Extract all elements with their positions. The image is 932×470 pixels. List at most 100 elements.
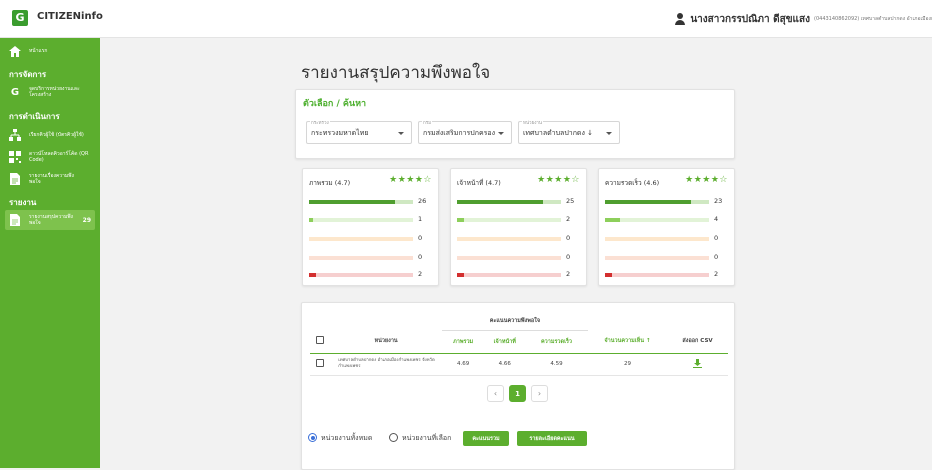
- sidebar-item-counter[interactable]: เรียกคิวผู้ใช้ (บัตรคิวผู้ใช้): [0, 126, 98, 144]
- row-staff: 4.66: [498, 361, 511, 367]
- col-speed[interactable]: ความรวดเร็ว: [525, 330, 588, 353]
- rating-bar-2-star: 0: [309, 253, 422, 261]
- bar-track: [309, 237, 413, 241]
- col-export: ส่งออก CSV: [682, 338, 713, 345]
- sidebar-item-home[interactable]: หน้าแรก: [0, 44, 56, 58]
- home-icon: [9, 45, 21, 57]
- page-1-button[interactable]: 1: [509, 385, 526, 402]
- rating-bar-1-star: 2: [605, 270, 718, 278]
- bar-fill: [457, 218, 464, 222]
- select-value: เทศบาลตำบลปากดง ↓: [523, 129, 593, 137]
- sidebar-item-label: เรียกคิวผู้ใช้ (บัตรคิวผู้ใช้): [29, 132, 84, 138]
- bar-count: 2: [566, 270, 571, 278]
- user-name[interactable]: นางสาวกรรปณิภา ดีสุขแสง: [690, 12, 810, 27]
- select-all-checkbox[interactable]: [310, 330, 330, 353]
- bar-track: [605, 273, 709, 277]
- sidebar: หน้าแรก การจัดการ G จุดบริการหน่วยงานและ…: [0, 38, 100, 468]
- sidebar-item-report-summary[interactable]: รายงานสรุปความพึงพอใจ 29: [5, 210, 95, 230]
- bar-track: [605, 237, 709, 241]
- rating-bar-4-star: 2: [457, 215, 570, 223]
- radio-selected-label: หน่วยงานที่เลือก: [402, 434, 452, 442]
- bar-track: [605, 218, 709, 222]
- rating-bar-3-star: 0: [309, 234, 422, 242]
- bar-count: 0: [418, 253, 423, 261]
- star-rating-icon: ★★★★☆: [537, 175, 580, 185]
- prev-page-button[interactable]: ‹: [487, 385, 504, 402]
- bar-count: 0: [714, 253, 719, 261]
- detail-button[interactable]: รายละเอียดคะแนน: [517, 431, 587, 446]
- radio-all-label: หน่วยงานทั้งหมด: [321, 434, 373, 442]
- bar-count: 1: [418, 215, 423, 223]
- bar-track: [309, 273, 413, 277]
- bar-count: 4: [714, 215, 719, 223]
- bar-count: 0: [418, 234, 423, 242]
- bar-fill: [309, 273, 316, 277]
- bar-count: 25: [566, 197, 575, 205]
- section-manage: การจัดการ: [9, 70, 47, 79]
- sidebar-item-survey[interactable]: รายงานเรื่องความพึงพอใจ: [0, 170, 88, 188]
- bar-track: [605, 256, 709, 260]
- sidebar-item-label: หน้าแรก: [29, 48, 48, 54]
- logo-icon: G: [12, 10, 28, 26]
- star-rating-icon: ★★★★☆: [685, 175, 728, 185]
- ministry-select[interactable]: กระทรวง กระทรวงมหาดไทย: [306, 119, 412, 144]
- col-overall[interactable]: ภาพรวม: [442, 330, 485, 353]
- rating-bar-4-star: 1: [309, 215, 422, 223]
- page-title: รายงานสรุปความพึงพอใจ: [301, 63, 491, 83]
- filter-card: ตัวเลือก / ค้นหา กระทรวง กระทรวงมหาดไทย …: [295, 89, 735, 159]
- rating-bar-2-star: 0: [605, 253, 718, 261]
- bar-track: [309, 256, 413, 260]
- select-caption: กระทรวง: [310, 119, 330, 126]
- stat-card-overall: ภาพรวม (4.7) ★★★★☆ 26 1 0 0 2: [302, 168, 439, 286]
- report-count-badge: 29: [82, 216, 91, 224]
- score-button[interactable]: คะแนนรวม: [463, 431, 509, 446]
- sidebar-item-label: รายงานสรุปความพึงพอใจ: [29, 214, 73, 226]
- stat-card-staff: เจ้าหน้าที่ (4.7) ★★★★☆ 25 2 0 0 2: [450, 168, 587, 286]
- agency-select[interactable]: หน่วยงาน เทศบาลตำบลปากดง ↓: [518, 119, 620, 144]
- row-agency: เทศบาลตำบลปากดง อำเภอเมืองกำแพงเพชร จังห…: [338, 358, 435, 369]
- rating-bar-4-star: 4: [605, 215, 718, 223]
- document-icon: [9, 214, 21, 226]
- department-select[interactable]: กรม กรมส่งเสริมการปกครอง: [418, 119, 512, 144]
- sidebar-item-service-points[interactable]: G จุดบริการหน่วยงานและโครงสร้าง: [0, 83, 98, 101]
- rating-bar-5-star: 23: [605, 197, 722, 205]
- chevron-down-icon: [606, 132, 612, 135]
- col-count[interactable]: จำนวนความเห็น ↑: [588, 330, 667, 353]
- app-name[interactable]: CITIZENinfo: [37, 11, 103, 22]
- star-rating-icon: ★★★★☆: [389, 175, 432, 185]
- select-caption: หน่วยงาน: [522, 119, 544, 126]
- radio-all-agencies[interactable]: [308, 433, 317, 442]
- radio-selected-agencies[interactable]: [389, 433, 398, 442]
- satisfaction-table: คะแนนความพึงพอใจ หน่วยงาน ภาพรวม เจ้าหน้…: [310, 313, 728, 376]
- rating-bar-3-star: 0: [605, 234, 718, 242]
- col-staff[interactable]: เจ้าหน้าที่: [484, 330, 525, 353]
- bar-count: 0: [566, 253, 571, 261]
- bar-count: 23: [714, 197, 723, 205]
- row-checkbox[interactable]: [310, 353, 330, 375]
- bar-count: 2: [714, 270, 719, 278]
- filter-title: ตัวเลือก / ค้นหา: [303, 99, 367, 109]
- sidebar-item-label: รายงานเรื่องความพึงพอใจ: [29, 173, 74, 185]
- stat-label: เจ้าหน้าที่ (4.7): [457, 179, 501, 187]
- col-agency[interactable]: หน่วยงาน: [330, 330, 442, 353]
- network-icon: [9, 129, 21, 141]
- rating-bar-5-star: 25: [457, 197, 574, 205]
- user-info[interactable]: นางสาวกรรปณิภา ดีสุขแสง (0443140862092) …: [675, 5, 932, 33]
- rating-bar-1-star: 2: [309, 270, 422, 278]
- stat-card-speed: ความรวดเร็ว (4.6) ★★★★☆ 23 4 0 0 2: [598, 168, 735, 286]
- bar-track: [309, 218, 413, 222]
- row-count: 29: [624, 361, 632, 367]
- user-meta: (0443140862092) เทศบาลตำบลปากดง อำเภอเมื…: [814, 15, 932, 22]
- section-operate: การดำเนินการ: [9, 112, 60, 121]
- rating-bar-1-star: 2: [457, 270, 570, 278]
- g-icon: G: [10, 86, 20, 98]
- bar-fill: [457, 200, 543, 204]
- stat-label: ความรวดเร็ว (4.6): [605, 179, 660, 187]
- table-row: เทศบาลตำบลปากดง อำเภอเมืองกำแพงเพชร จังห…: [310, 353, 728, 375]
- select-value: กรมส่งเสริมการปกครอง: [423, 129, 496, 137]
- bar-fill: [605, 218, 620, 222]
- download-icon[interactable]: [667, 353, 728, 375]
- bar-fill: [457, 273, 464, 277]
- next-page-button[interactable]: ›: [531, 385, 548, 402]
- sidebar-item-qrcode[interactable]: ดาวน์โหลดคิวอาร์โค้ด (QR Code): [0, 148, 100, 166]
